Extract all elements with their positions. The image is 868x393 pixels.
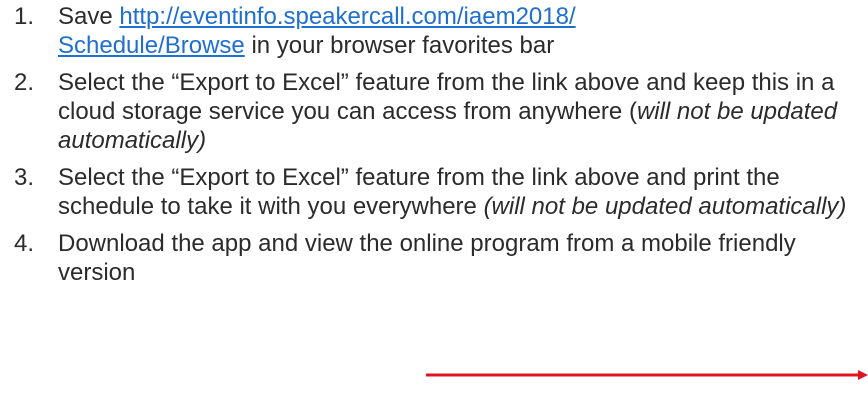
item-number: 2.: [14, 69, 35, 96]
item-italic-note: (will not be updated automatically): [483, 193, 847, 220]
link-line-2: Schedule/Browse: [58, 32, 245, 59]
list-item-4: 4. Download the app and view the online …: [14, 229, 864, 287]
red-arrow-icon: [426, 370, 868, 380]
link-line-1: http://eventinfo.speakercall.com/iaem201…: [119, 3, 576, 30]
list-item-1: 1. Save http://eventinfo.speakercall.com…: [14, 2, 864, 60]
item-text-pre: Save: [58, 3, 120, 30]
item-text-post: in your browser favorites bar: [244, 32, 555, 59]
list-item-2: 2. Select the “Export to Excel” feature …: [14, 68, 864, 155]
instruction-list: 1. Save http://eventinfo.speakercall.com…: [14, 2, 864, 295]
item-number: 4.: [14, 230, 35, 257]
arrow-head: [858, 370, 868, 380]
slide: 1. Save http://eventinfo.speakercall.com…: [0, 0, 868, 393]
item-text: Download the app and view the online pro…: [58, 230, 796, 286]
item-number: 3.: [14, 164, 35, 191]
list-item-3: 3. Select the “Export to Excel” feature …: [14, 163, 864, 221]
item-number: 1.: [14, 3, 35, 30]
